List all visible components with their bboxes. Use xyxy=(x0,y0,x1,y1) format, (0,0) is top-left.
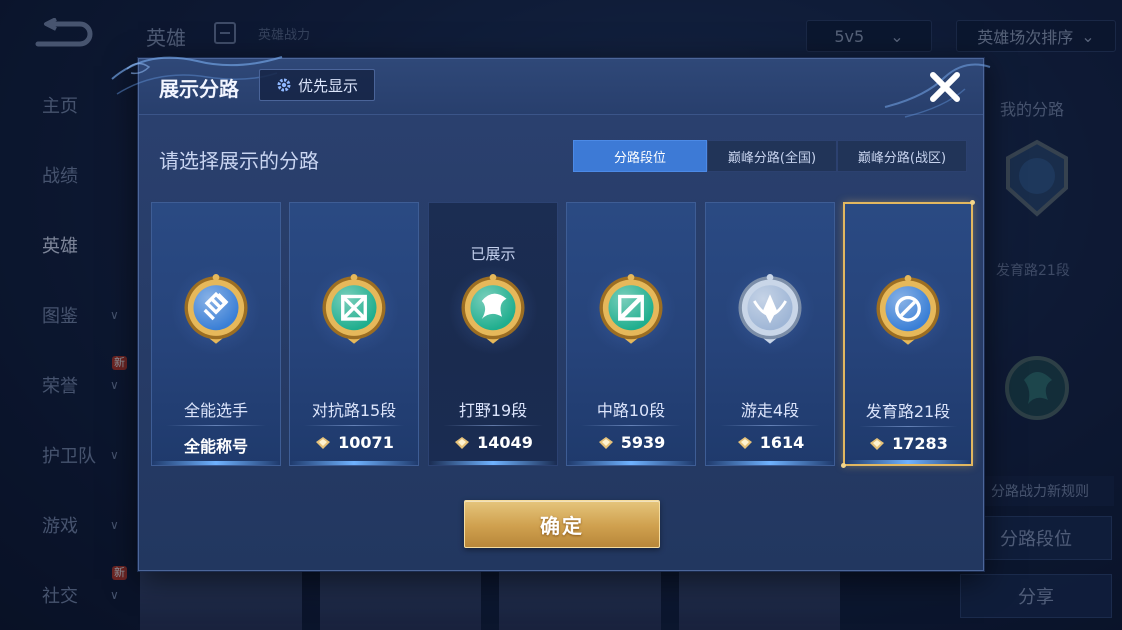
tab-peak-lane-national[interactable]: 巅峰分路(全国) xyxy=(707,140,837,172)
power-icon xyxy=(598,436,613,449)
lane-name: 全能选手 xyxy=(183,401,248,420)
mid-lane-emblem-icon xyxy=(586,265,676,355)
shown-label: 已展示 xyxy=(470,245,516,263)
dialog-title: 展示分路 xyxy=(159,77,239,101)
priority-display-label: 优先显示 xyxy=(297,76,358,95)
power-icon xyxy=(316,436,331,449)
selection-corner-icon xyxy=(841,463,846,468)
divider xyxy=(304,425,404,426)
close-icon[interactable] xyxy=(925,67,965,107)
lane-card[interactable]: 对抗路15段 10071 xyxy=(289,202,419,466)
lane-name: 发育路21段 xyxy=(865,402,951,421)
divider xyxy=(581,425,681,426)
power-score: 全能称号 xyxy=(152,433,280,457)
power-score-value: 5939 xyxy=(620,433,666,452)
lane-card[interactable]: 发育路21段 17283 xyxy=(841,200,975,468)
divider xyxy=(720,425,820,426)
power-icon xyxy=(455,436,470,449)
lane-card[interactable]: 游走4段 1614 xyxy=(705,202,835,466)
power-score-value: 10071 xyxy=(338,433,394,452)
lane-tabs: 分路段位 巅峰分路(全国) 巅峰分路(战区) xyxy=(573,140,967,172)
tab-peak-lane-region[interactable]: 巅峰分路(战区) xyxy=(837,140,967,172)
power-score-value: 全能称号 xyxy=(183,437,248,456)
all-round-emblem-icon xyxy=(171,265,261,355)
divider xyxy=(859,426,957,427)
priority-display-button[interactable]: 优先显示 xyxy=(259,69,375,101)
confirm-button[interactable]: 确定 xyxy=(464,500,660,548)
divider xyxy=(443,425,543,426)
card-glow-bar xyxy=(567,461,695,465)
lane-name: 对抗路15段 xyxy=(311,401,397,420)
lane-display-dialog: 展示分路 优先显示 请选择展示的分路 分路段位 巅峰分路(全国) 巅峰分路(战区… xyxy=(111,56,991,571)
card-glow-bar xyxy=(152,461,280,465)
power-icon xyxy=(737,436,752,449)
selection-corner-icon xyxy=(970,200,975,205)
roam-emblem-icon xyxy=(725,265,815,355)
power-score: 14049 xyxy=(429,433,557,452)
lane-name: 游走4段 xyxy=(740,401,800,420)
lane-name: 打野19段 xyxy=(458,401,528,420)
power-score: 10071 xyxy=(290,433,418,452)
power-icon xyxy=(870,437,885,450)
power-score-value: 14049 xyxy=(477,433,533,452)
card-glow-bar xyxy=(845,460,971,464)
power-score: 5939 xyxy=(567,433,695,452)
power-score-value: 1614 xyxy=(759,433,805,452)
dialog-header: 展示分路 优先显示 xyxy=(111,56,991,118)
jungle-emblem-icon xyxy=(448,265,538,355)
farm-lane-emblem-icon xyxy=(863,266,953,356)
card-glow-bar xyxy=(429,461,557,465)
lane-card-list: 全能选手全能称号 对抗路15段 10071 已展示 打野19段 14049 中路10段… xyxy=(151,200,975,468)
lane-card[interactable]: 全能选手 全能称号 xyxy=(151,202,281,466)
power-score-value: 17283 xyxy=(892,434,948,453)
card-glow-bar xyxy=(706,461,834,465)
lane-card[interactable]: 已展示 打野19段 14049 xyxy=(428,202,558,466)
clash-lane-emblem-icon xyxy=(309,265,399,355)
divider xyxy=(166,425,266,426)
power-score: 1614 xyxy=(706,433,834,452)
select-prompt: 请选择展示的分路 xyxy=(159,149,319,173)
tab-lane-rank[interactable]: 分路段位 xyxy=(573,140,707,172)
lane-name: 中路10段 xyxy=(596,401,666,420)
power-score: 17283 xyxy=(845,434,971,453)
lane-card[interactable]: 中路10段 5939 xyxy=(566,202,696,466)
card-glow-bar xyxy=(290,461,418,465)
gear-icon xyxy=(277,78,291,92)
